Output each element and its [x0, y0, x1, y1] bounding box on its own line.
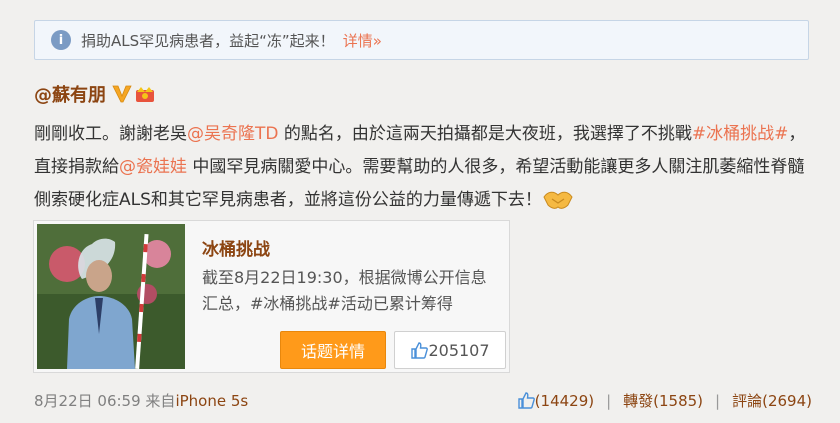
info-icon: i [51, 30, 71, 50]
notice-text: 捐助ALS罕见病患者，益起“冻”起来！ [81, 31, 335, 50]
post-text-part: 剛剛收工。謝謝老吳 [34, 124, 187, 144]
source-link[interactable]: iPhone 5s [175, 392, 248, 410]
post-timestamp[interactable]: 8月22日 06:59 [34, 392, 141, 410]
topic-like-button[interactable]: 205107 [394, 331, 506, 369]
hashtag-link[interactable]: #冰桶挑战# [692, 124, 789, 144]
vip-crown-icon[interactable] [134, 84, 156, 104]
topic-card[interactable]: 冰桶挑战 截至8月22日19:30，根据微博公开信息汇总，#冰桶挑战#活动已累计… [33, 220, 510, 373]
username-link[interactable]: @蘇有朋 [34, 81, 106, 107]
like-action[interactable]: (14429) [517, 391, 594, 410]
thumbs-up-icon [411, 342, 429, 359]
divider: | [715, 391, 721, 410]
verified-v-icon[interactable] [112, 84, 132, 104]
post-text-part: 的點名，由於這兩天拍攝都是大夜班，我選擇了不挑戰 [278, 124, 692, 144]
repost-action[interactable]: 轉發(1585) [623, 390, 703, 411]
mention-link[interactable]: @吴奇隆TD [187, 124, 278, 144]
post-actions: (14429) | 轉發(1585) | 評論(2694) [517, 390, 812, 411]
post-text: 剛剛收工。謝謝老吳@吴奇隆TD 的點名，由於這兩天拍攝都是大夜班，我選擇了不挑戰… [34, 118, 814, 217]
topic-title[interactable]: 冰桶挑战 [202, 235, 270, 260]
divider: | [606, 391, 612, 410]
like-count: (14429) [534, 392, 595, 410]
notice-details-link[interactable]: 详情» [343, 30, 382, 51]
topic-thumbnail[interactable] [37, 224, 185, 369]
comment-action[interactable]: 評論(2694) [732, 390, 812, 411]
notice-banner: i 捐助ALS罕见病患者，益起“冻”起来！ 详情» [34, 20, 809, 60]
topic-details-button[interactable]: 话题详情 [280, 331, 386, 369]
topic-like-count: 205107 [428, 340, 490, 360]
source-prefix: 来自 [145, 392, 176, 410]
handshake-emoji-icon [543, 191, 573, 209]
post-author: @蘇有朋 [34, 81, 156, 107]
post-footer: 8月22日 06:59 来自iPhone 5s [34, 390, 248, 411]
topic-description: 截至8月22日19:30，根据微博公开信息汇总，#冰桶挑战#活动已累计筹得 [202, 268, 487, 313]
mention-link[interactable]: @瓷娃娃 [119, 157, 187, 177]
thumbs-up-icon [517, 392, 535, 409]
